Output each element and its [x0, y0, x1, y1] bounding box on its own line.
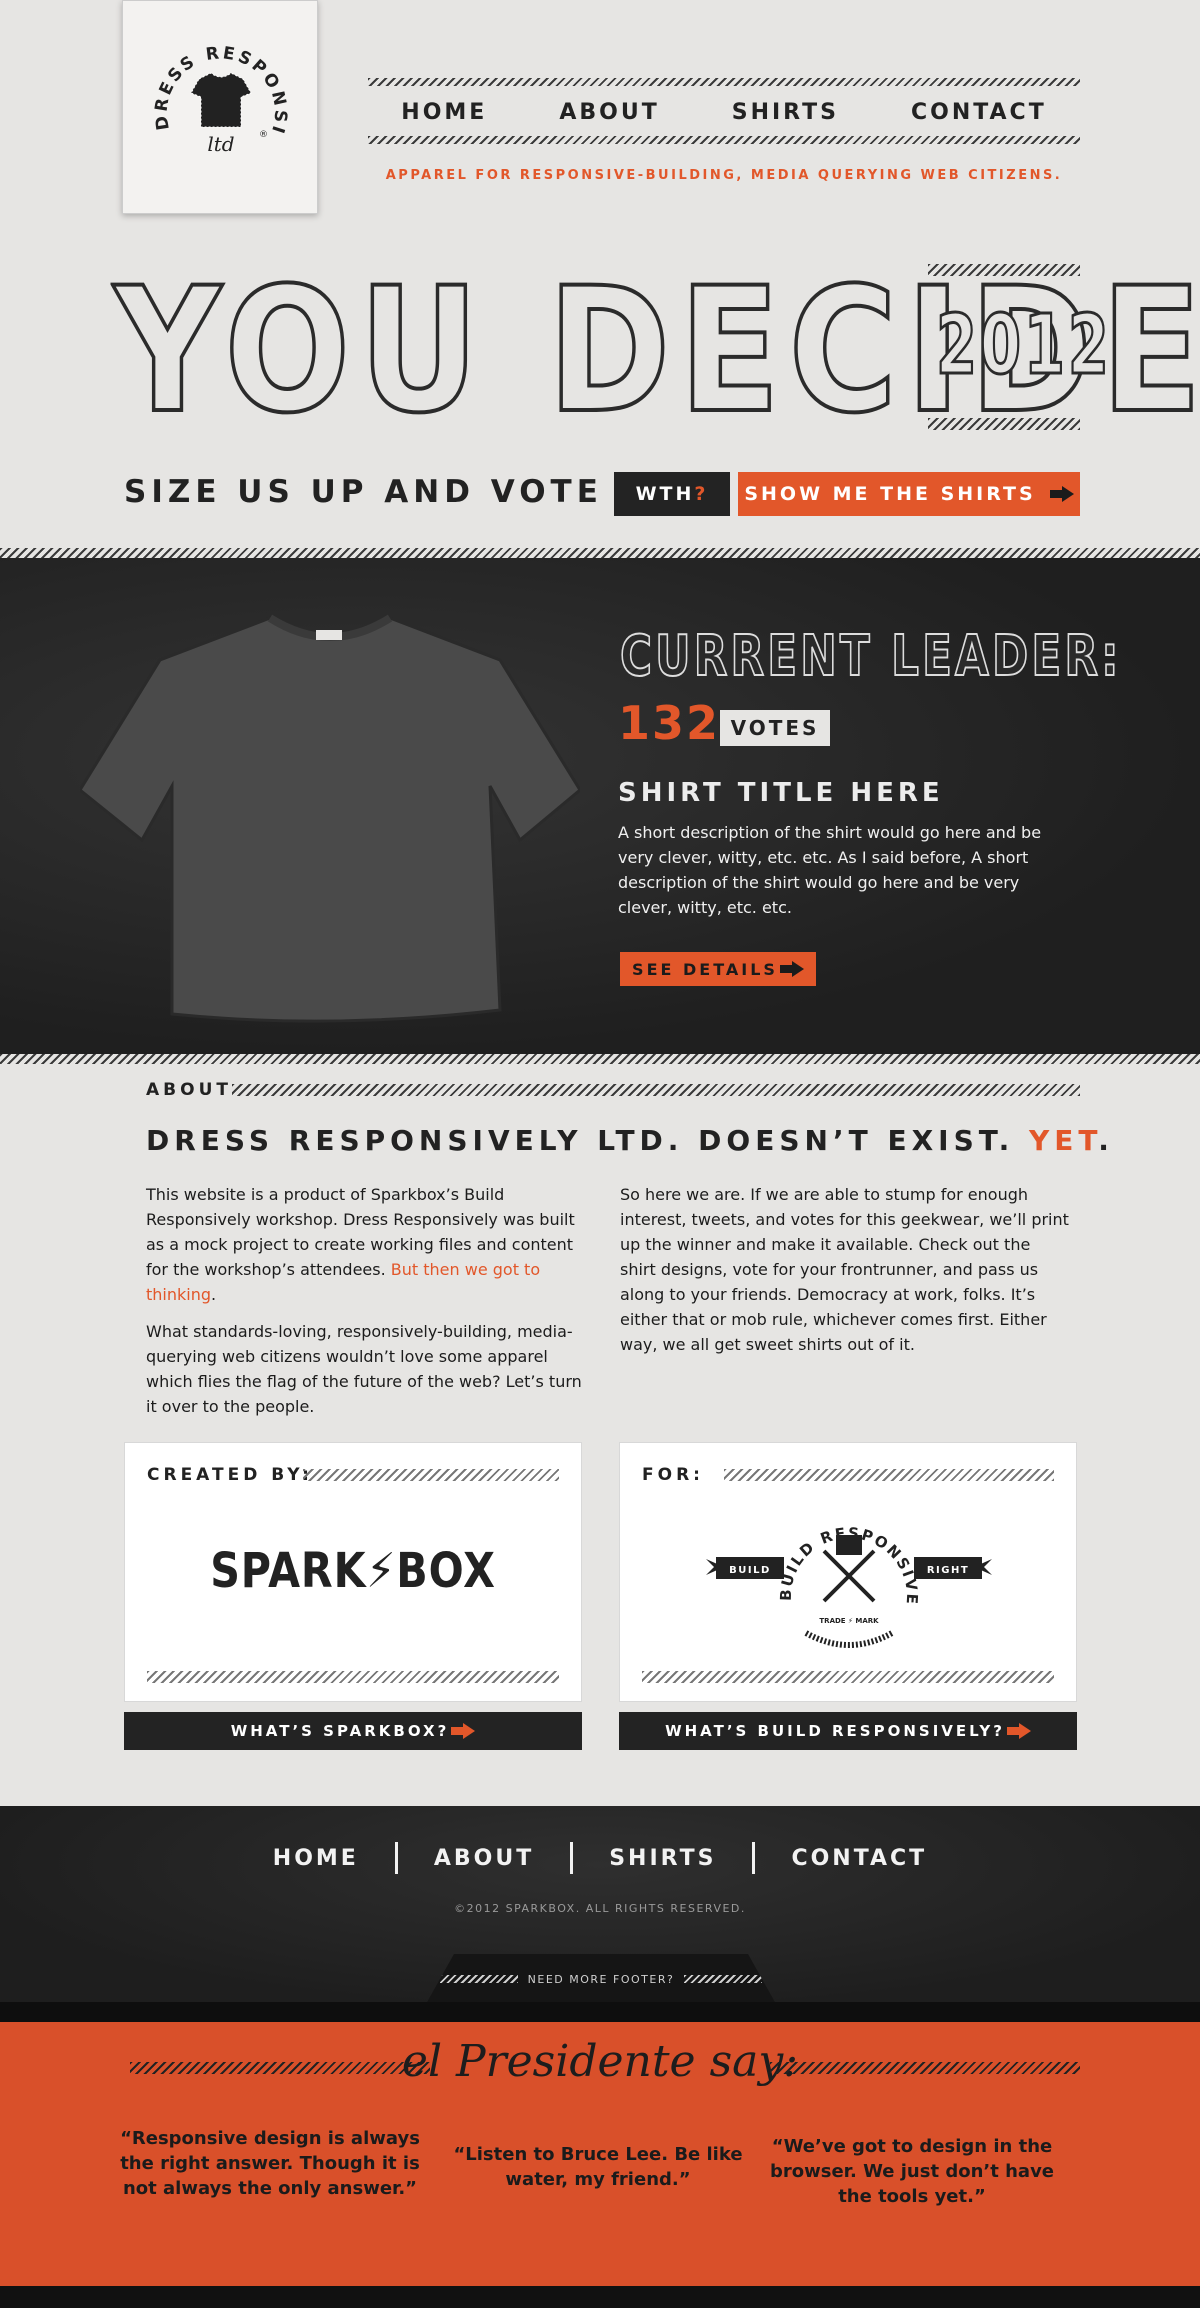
nav-shirts[interactable]: SHIRTS — [696, 100, 875, 125]
whats-sparkbox-label: WHAT’S SPARKBOX? — [230, 1722, 450, 1740]
svg-text:RIGHT: RIGHT — [927, 1565, 969, 1576]
leader-shirt-image[interactable] — [80, 590, 580, 1030]
logo-tag[interactable]: DRESS RESPONSIVELY ltd ® — [122, 0, 318, 214]
band-hatch-bottom — [0, 1054, 1200, 1064]
whats-build-responsively-label: WHAT’S BUILD RESPONSIVELY? — [665, 1722, 1005, 1740]
about-paragraph: So here we are. If we are able to stump … — [620, 1185, 1069, 1354]
vote-count: 132 — [618, 696, 721, 750]
quote: “Listen to Bruce Lee. Be like water, my … — [453, 2144, 743, 2190]
quote: “Responsive design is always the right a… — [120, 2128, 420, 2199]
dress-responsively-logo: DRESS RESPONSIVELY ltd ® — [137, 23, 287, 156]
year-hatch-bottom — [928, 418, 1080, 430]
build-responsively-logo[interactable]: BUILD RESPONSIVELY BUILD RIGHT TRADE ⚡ M… — [706, 1497, 992, 1657]
footer-nav-home[interactable]: HOME — [237, 1846, 395, 1871]
whats-build-responsively-button[interactable]: WHAT’S BUILD RESPONSIVELY? — [619, 1712, 1077, 1750]
about-label: ABOUT — [146, 1080, 232, 1100]
nav-hatch-bottom — [368, 136, 1080, 144]
nav-contact[interactable]: CONTACT — [875, 100, 1083, 125]
card-hatch — [303, 1469, 559, 1481]
quotes-hatch-right — [770, 2062, 1080, 2074]
top-nav: HOME ABOUT SHIRTS CONTACT — [368, 92, 1080, 132]
footer-nav-shirts[interactable]: SHIRTS — [573, 1846, 752, 1871]
year-hatch-top — [928, 264, 1080, 276]
about-paragraph: This website is a product of Sparkbox’s … — [146, 1182, 596, 1307]
card-hatch — [147, 1671, 559, 1683]
wth-question-mark: ? — [694, 483, 709, 505]
shirt-icon — [190, 72, 252, 128]
card-hatch — [642, 1671, 1054, 1683]
created-by-label: CREATED BY: — [147, 1465, 313, 1485]
current-leader-heading: CURRENT LEADER: — [619, 623, 1122, 690]
about-right-column: So here we are. If we are able to stump … — [620, 1182, 1070, 1369]
about-left-column: This website is a product of Sparkbox’s … — [146, 1182, 596, 1431]
footer-divider — [0, 2002, 1200, 2022]
votes-badge: VOTES — [720, 710, 830, 746]
show-shirts-button[interactable]: SHOW ME THE SHIRTS — [738, 472, 1080, 516]
more-footer-label: NEED MORE FOOTER? — [527, 1972, 675, 1986]
svg-text:®: ® — [259, 130, 268, 140]
for-card: FOR: BUILD RESPONSIVELY BUILD RIGHT TRAD… — [619, 1442, 1077, 1702]
shirt-description: A short description of the shirt would g… — [618, 823, 1042, 917]
tools-icon — [822, 1535, 876, 1603]
footer-nav-contact[interactable]: CONTACT — [755, 1846, 963, 1871]
bottom-strip — [0, 2286, 1200, 2308]
footer-nav: HOME ABOUT SHIRTS CONTACT — [0, 1838, 1200, 1878]
about-headline-end: . — [1098, 1124, 1114, 1157]
see-details-button[interactable]: SEE DETAILS — [620, 952, 816, 986]
about-headline-accent: YET — [1028, 1124, 1099, 1157]
nav-about[interactable]: ABOUT — [523, 100, 695, 125]
svg-text:BUILD RESPONSIVELY: BUILD RESPONSIVELY — [706, 1497, 921, 1606]
whats-sparkbox-button[interactable]: WHAT’S SPARKBOX? — [124, 1712, 582, 1750]
for-label: FOR: — [642, 1465, 704, 1485]
tab-hatch — [684, 1975, 763, 1983]
show-shirts-label: SHOW ME THE SHIRTS — [744, 483, 1036, 505]
arrow-right-icon — [779, 961, 804, 977]
arrow-right-icon — [451, 1723, 476, 1739]
about-text-end: . — [211, 1285, 217, 1304]
footer-nav-about[interactable]: ABOUT — [398, 1846, 570, 1871]
size-vote-heading: SIZE US UP AND VOTE — [124, 474, 603, 510]
wth-label: WTH — [635, 483, 695, 505]
nav-hatch-top — [368, 78, 1080, 86]
more-footer-tab[interactable]: NEED MORE FOOTER? — [426, 1954, 776, 2004]
svg-text:TRADE ⚡ MARK: TRADE ⚡ MARK — [819, 1617, 879, 1625]
hero-year: 2012 — [935, 297, 1112, 395]
tagline: APPAREL FOR RESPONSIVE-BUILDING, MEDIA Q… — [385, 168, 1063, 183]
arrow-right-icon — [1049, 486, 1074, 502]
see-details-label: SEE DETAILS — [632, 959, 778, 979]
about-headline-main: DRESS RESPONSIVELY LTD. DOESN’T EXIST. — [146, 1124, 1029, 1157]
nav-home[interactable]: HOME — [365, 100, 523, 125]
band-hatch-top — [0, 548, 1200, 558]
created-by-card: CREATED BY: SPARK⚡BOX — [124, 1442, 582, 1702]
tab-hatch — [439, 1975, 518, 1983]
quote: “We’ve got to design in the browser. We … — [769, 2136, 1055, 2207]
about-headline: DRESS RESPONSIVELY LTD. DOESN’T EXIST. Y… — [146, 1124, 1114, 1157]
arrow-right-icon — [1006, 1723, 1031, 1739]
svg-text:ltd: ltd — [207, 132, 234, 156]
shirt-title: SHIRT TITLE HERE — [618, 778, 944, 808]
wth-button[interactable]: WTH? — [614, 472, 730, 516]
sparkbox-logo[interactable]: SPARK⚡BOX — [157, 1543, 549, 1599]
card-hatch — [724, 1469, 1054, 1481]
svg-text:BUILD: BUILD — [729, 1565, 771, 1576]
about-paragraph: What standards-loving, responsively-buil… — [146, 1322, 582, 1416]
about-hatch — [232, 1084, 1080, 1096]
copyright: ©2012 SPARKBOX. ALL RIGHTS RESERVED. — [454, 1902, 746, 1915]
